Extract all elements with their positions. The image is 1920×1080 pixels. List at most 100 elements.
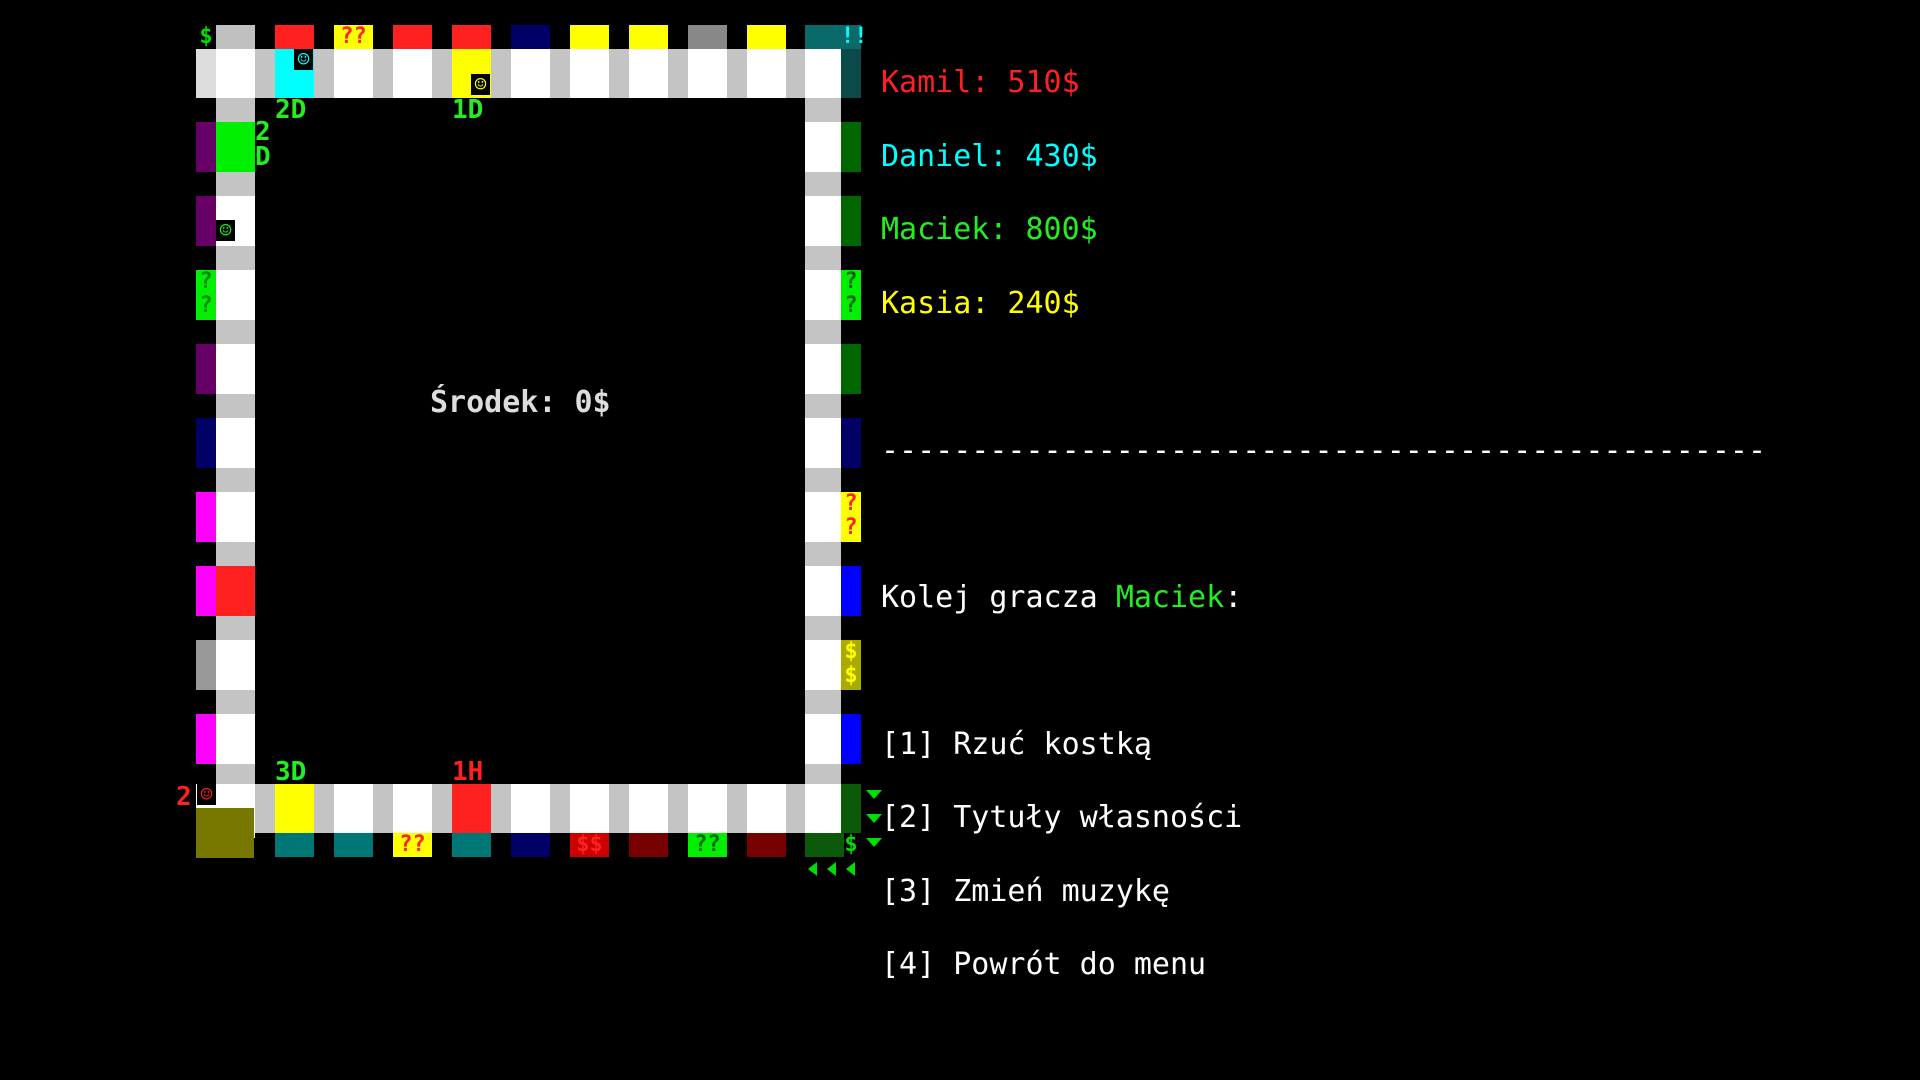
board-tile	[805, 640, 841, 690]
menu-option-roll-dice[interactable]: [1] Rzuć kostką	[881, 729, 1766, 758]
center-pot: Środek: 0$	[430, 385, 611, 420]
board-tile-gap	[314, 49, 334, 98]
board-tile-gap	[216, 172, 255, 196]
board-tile	[688, 49, 727, 98]
board-tile-gap	[550, 49, 570, 98]
property-color-bar	[196, 122, 216, 172]
start-arrow-icon	[846, 862, 855, 876]
property-owned-maciek	[216, 122, 255, 172]
start-arrow-icon	[866, 838, 882, 847]
board-tile-gap	[550, 784, 570, 833]
player-token-maciek: ☺	[216, 220, 235, 241]
board-corner-top-left-edge	[196, 49, 216, 98]
board-tile	[805, 566, 841, 616]
property-color-bar	[841, 566, 861, 616]
turn-suffix: :	[1224, 579, 1243, 615]
board-tile-gap	[786, 49, 806, 98]
board-tile	[511, 49, 550, 98]
board-tile-gap	[609, 49, 629, 98]
board-tile	[216, 270, 255, 320]
property-color-bar	[393, 25, 432, 49]
board-tile-gap	[727, 784, 747, 833]
dollar-icon: $	[844, 663, 858, 688]
menu-option-property-titles[interactable]: [2] Tytuły własności	[881, 803, 1766, 832]
property-color-bar	[841, 714, 861, 764]
board-tile-gap	[216, 542, 255, 566]
chance-question-icon: ?	[844, 293, 858, 318]
board-tile	[629, 49, 668, 98]
board-tile-gap	[491, 49, 511, 98]
board-tile-gap	[255, 49, 275, 98]
property-color-bar	[629, 833, 668, 857]
property-color-bar	[196, 344, 216, 394]
board-tile-gap	[805, 468, 841, 492]
board-tile-gap	[805, 394, 841, 418]
board-tile	[747, 784, 786, 833]
chance-question-icon: ?	[199, 269, 213, 294]
property-color-bar	[747, 25, 786, 49]
board-tile-gap	[314, 784, 334, 833]
property-color-bar	[216, 25, 255, 49]
board-tile-gap	[216, 320, 255, 344]
property-color-bar	[511, 25, 550, 49]
property-color-bar	[629, 25, 668, 49]
board-tile	[629, 784, 668, 833]
board-corner-bottom-left-edge	[196, 808, 254, 858]
board-tile	[216, 344, 255, 394]
dollar-icon: $	[199, 24, 213, 49]
board-corner-top-right-edge	[841, 49, 861, 98]
player-score-kamil: Kamil: 510$	[881, 65, 1080, 100]
property-color-bar	[196, 196, 216, 246]
property-color-bar	[196, 566, 216, 616]
player-score-kasia: Kasia: 240$	[881, 285, 1080, 321]
dollar-icon: $	[844, 639, 858, 664]
board-tile	[805, 418, 841, 468]
property-color-bar	[688, 25, 727, 49]
board-tile-gap	[805, 542, 841, 566]
board-tile-gap	[727, 49, 747, 98]
separator-line: ----------------------------------------…	[881, 432, 1767, 468]
property-color-bar	[196, 714, 216, 764]
property-color-bar	[841, 122, 861, 172]
menu-option-change-music[interactable]: [3] Zmień muzykę	[881, 876, 1766, 905]
property-color-bar	[570, 25, 609, 49]
board-tile	[688, 784, 727, 833]
property-color-bar	[452, 25, 491, 49]
turn-indicator: Kolej gracza Maciek:	[881, 582, 1766, 612]
board-tile	[805, 492, 841, 542]
board-tile-gap	[805, 246, 841, 270]
property-color-bar	[196, 418, 216, 468]
player-token-daniel: ☺	[294, 49, 313, 70]
chance-question-icon: ??	[334, 25, 373, 49]
board-tile-gap	[786, 784, 806, 833]
chance-question-icon: ?	[844, 515, 858, 540]
board-tile-gap	[491, 784, 511, 833]
board-tile-gap	[373, 784, 393, 833]
property-color-bar	[841, 196, 861, 246]
board-tile-gap	[216, 616, 255, 640]
property-owned-kamil	[452, 784, 491, 833]
board-tile	[805, 122, 841, 172]
property-owned-kasia	[275, 784, 314, 833]
property-color-bar	[196, 492, 216, 542]
property-color-bar	[275, 833, 314, 857]
board-tile	[805, 344, 841, 394]
board-tile-gap	[805, 172, 841, 196]
board-tile	[570, 49, 609, 98]
property-color-bar	[841, 418, 861, 468]
chance-question-icon: ??	[694, 832, 721, 857]
start-arrow-icon	[827, 862, 836, 876]
property-color-bar	[275, 25, 314, 49]
board-tile	[570, 784, 609, 833]
start-arrow-icon	[866, 790, 882, 799]
exclaim-icon: !!	[841, 24, 868, 49]
start-arrow-icon	[808, 862, 817, 876]
board-tile	[216, 418, 255, 468]
chance-question-icon: ?	[844, 269, 858, 294]
board-tile-gap	[216, 246, 255, 270]
turn-player: Maciek	[1115, 579, 1225, 615]
menu-option-back-to-menu[interactable]: [4] Powrót do menu	[881, 950, 1766, 979]
dollar-icon: $	[844, 832, 858, 857]
board-tile-gap	[805, 616, 841, 640]
property-color-bar	[841, 344, 861, 394]
